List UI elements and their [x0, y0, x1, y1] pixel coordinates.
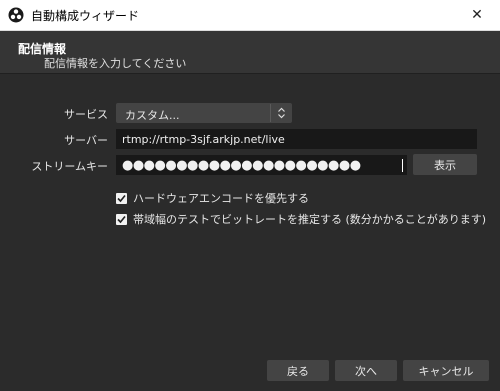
window-title: 自動構成ウィザード	[31, 8, 140, 23]
back-button[interactable]: 戻る	[267, 360, 329, 381]
hardware-encode-label: ハードウェアエンコードを優先する	[133, 192, 309, 205]
bandwidth-test-checkbox[interactable]	[116, 213, 127, 225]
show-key-button[interactable]: 表示	[413, 154, 477, 175]
service-select-value: カスタム...	[125, 109, 180, 122]
server-input[interactable]: rtmp://rtmp-3sjf.arkjp.net/live	[116, 129, 477, 149]
page-subtitle: 配信情報を入力してください	[44, 57, 187, 70]
next-button[interactable]: 次へ	[335, 360, 397, 381]
cancel-button[interactable]: キャンセル	[403, 360, 489, 381]
obs-logo-icon	[8, 7, 24, 23]
stream-key-input[interactable]: ●●●●●●●●●●●●●●●●●●●●●●	[116, 155, 407, 175]
updown-arrows-icon	[270, 104, 291, 122]
service-label: サービス	[64, 108, 108, 121]
checkmark-icon	[117, 215, 126, 223]
bandwidth-test-option[interactable]: 帯域幅のテストでビットレートを推定する (数分かかることがあります)	[116, 211, 486, 227]
text-caret	[402, 159, 403, 172]
service-select[interactable]: カスタム...	[116, 103, 292, 123]
close-icon: ✕	[471, 7, 483, 23]
stream-key-label: ストリームキー	[31, 160, 108, 173]
close-button[interactable]: ✕	[454, 0, 500, 30]
hardware-encode-checkbox[interactable]	[116, 192, 127, 204]
bandwidth-test-label: 帯域幅のテストでビットレートを推定する (数分かかることがあります)	[133, 213, 487, 226]
server-input-value: rtmp://rtmp-3sjf.arkjp.net/live	[122, 133, 285, 146]
title-bar: 自動構成ウィザード ✕	[0, 0, 500, 31]
server-label: サーバー	[64, 134, 108, 147]
checkmark-icon	[117, 194, 126, 202]
stream-key-masked-value: ●●●●●●●●●●●●●●●●●●●●●●	[122, 158, 361, 173]
hardware-encode-option[interactable]: ハードウェアエンコードを優先する	[116, 190, 309, 206]
